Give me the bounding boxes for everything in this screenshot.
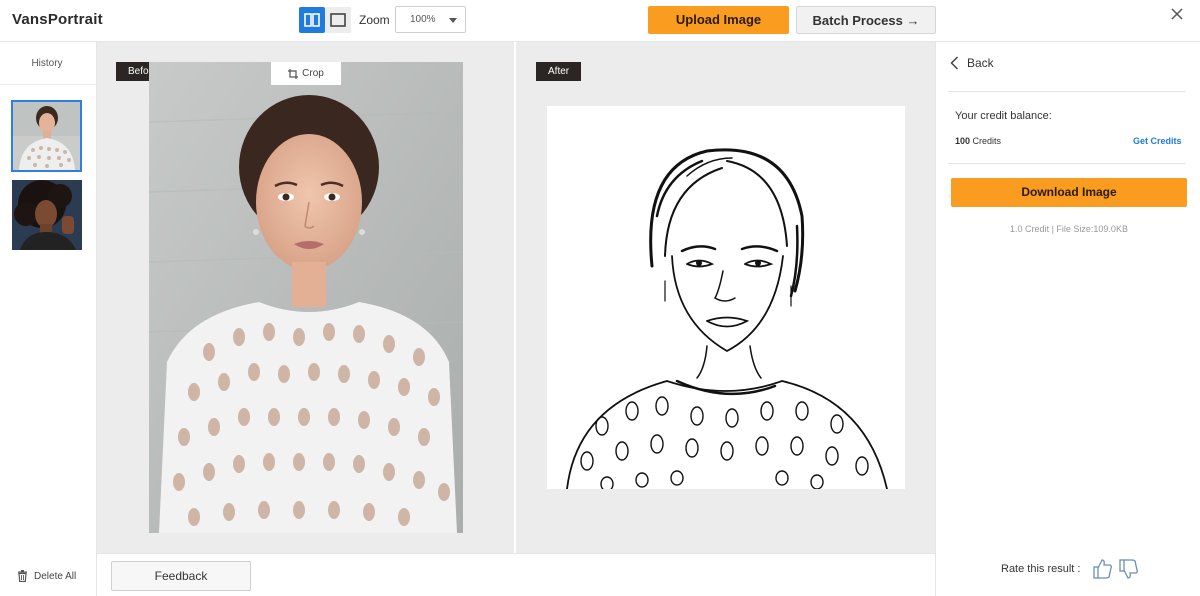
history-sidebar: History Delete All bbox=[0, 42, 97, 596]
back-label: Back bbox=[967, 56, 994, 70]
app-window: VansPortrait Zoom 100% Upload Image Batc… bbox=[0, 0, 1200, 596]
batch-process-button[interactable]: Batch Process → bbox=[796, 6, 936, 34]
crop-button[interactable]: Crop bbox=[271, 62, 341, 85]
trash-icon bbox=[18, 570, 27, 582]
split-view-icon bbox=[304, 13, 320, 27]
thumbs-down-button[interactable] bbox=[1118, 557, 1140, 581]
history-thumbnail[interactable] bbox=[11, 100, 82, 172]
chevron-left-icon bbox=[950, 56, 959, 70]
caret-down-icon bbox=[449, 18, 457, 23]
credit-count: 100 bbox=[955, 136, 971, 146]
after-image bbox=[547, 106, 905, 489]
portrait-thumbnail-image bbox=[13, 102, 80, 170]
sidebar-divider bbox=[0, 84, 96, 85]
thumbs-up-icon bbox=[1093, 559, 1112, 579]
bottom-bar: Feedback bbox=[97, 553, 935, 596]
split-view-button[interactable] bbox=[299, 7, 325, 33]
thumbs-down-icon bbox=[1119, 559, 1138, 579]
panel-divider bbox=[948, 163, 1186, 164]
upload-image-button[interactable]: Upload Image bbox=[648, 6, 789, 34]
before-image bbox=[149, 62, 463, 533]
history-thumbnail[interactable] bbox=[12, 180, 82, 250]
delete-all-button[interactable]: Delete All bbox=[17, 570, 76, 582]
close-icon bbox=[1171, 8, 1183, 20]
credit-balance-title: Your credit balance: bbox=[955, 110, 1052, 122]
canvas-divider bbox=[514, 42, 516, 553]
delete-all-label: Delete All bbox=[34, 570, 77, 582]
single-view-icon bbox=[330, 13, 346, 27]
get-credits-link[interactable]: Get Credits bbox=[1133, 136, 1182, 146]
credit-balance-amount: 100 Credits bbox=[955, 136, 1001, 146]
app-logo: VansPortrait bbox=[12, 11, 103, 28]
crop-icon bbox=[288, 68, 299, 79]
rate-result-label: Rate this result : bbox=[1001, 563, 1081, 575]
single-view-button[interactable] bbox=[325, 7, 351, 33]
history-label: History bbox=[31, 58, 63, 69]
file-info-text: 1.0 Credit | File Size:109.0KB bbox=[1010, 224, 1128, 234]
view-mode-toggle bbox=[299, 7, 351, 33]
credit-unit: Credits bbox=[972, 136, 1002, 146]
download-image-button[interactable]: Download Image bbox=[951, 178, 1187, 207]
zoom-select[interactable]: 100% bbox=[395, 6, 466, 33]
original-portrait-image bbox=[149, 62, 463, 533]
crop-label: Crop bbox=[302, 68, 324, 79]
top-bar: VansPortrait Zoom 100% Upload Image Batc… bbox=[0, 0, 1200, 42]
portrait-thumbnail-image bbox=[12, 180, 82, 250]
after-tag: After bbox=[536, 62, 582, 81]
zoom-value: 100% bbox=[410, 14, 436, 25]
zoom-label: Zoom bbox=[359, 13, 390, 27]
feedback-button[interactable]: Feedback bbox=[111, 561, 251, 591]
sketch-portrait-image bbox=[547, 106, 905, 489]
panel-divider bbox=[948, 91, 1186, 92]
right-panel: Back Your credit balance: 100 Credits Ge… bbox=[935, 42, 1200, 596]
thumbs-up-button[interactable] bbox=[1092, 557, 1114, 581]
back-button[interactable]: Back bbox=[950, 56, 994, 70]
close-button[interactable] bbox=[1168, 5, 1186, 23]
